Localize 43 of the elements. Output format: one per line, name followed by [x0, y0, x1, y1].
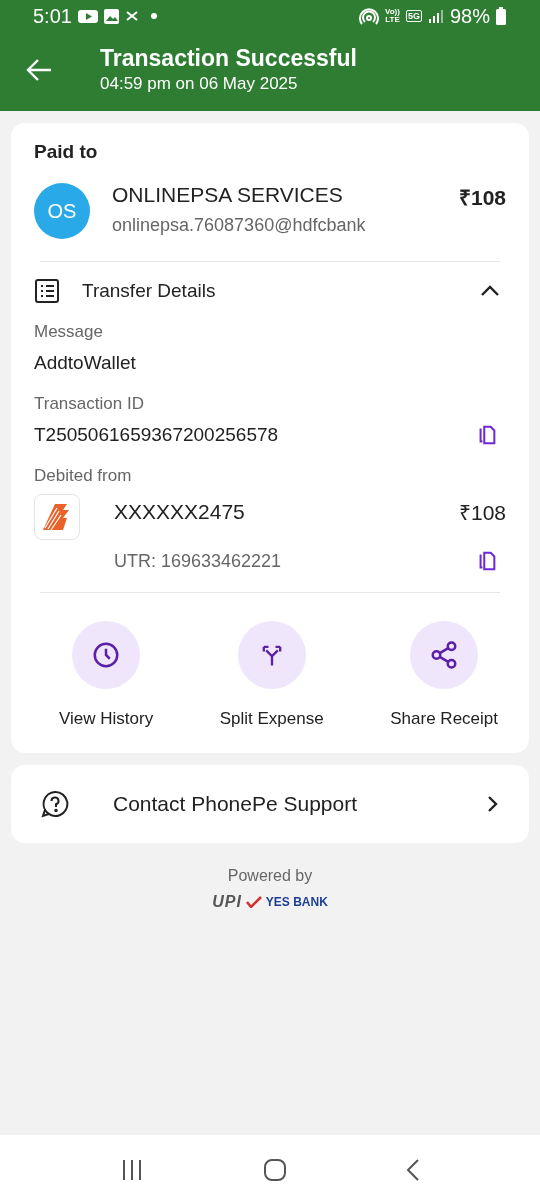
page-title: Transaction Successful	[100, 45, 357, 72]
help-icon	[41, 790, 69, 818]
volte-label: Vo))	[385, 8, 400, 16]
field-label: Message	[34, 322, 104, 342]
check-icon	[245, 896, 262, 908]
action-button[interactable]: Split Expense	[219, 621, 324, 729]
list-icon	[34, 278, 60, 304]
contact-support-button[interactable]: Contact PhonePe Support	[11, 765, 529, 843]
lte-label: LTE	[385, 16, 400, 24]
avatar: OS	[34, 183, 90, 239]
field-label: Debited from	[34, 466, 133, 486]
signal-icon	[427, 8, 444, 24]
image-icon	[103, 8, 119, 24]
missed-call-icon	[124, 10, 139, 22]
chevron-up-icon[interactable]	[480, 285, 500, 297]
paid-amount: ₹108	[458, 185, 506, 211]
paid-to-heading: Paid to	[34, 141, 99, 163]
chevron-right-icon	[487, 795, 499, 813]
back-arrow-icon[interactable]	[26, 57, 52, 82]
field-value: T2505061659367200256578	[34, 424, 279, 446]
battery-icon	[496, 7, 506, 25]
play-icon	[77, 9, 98, 23]
dot-icon	[150, 13, 157, 19]
account-number: XXXXXX2475	[114, 500, 245, 524]
transfer-details-title: Transfer Details	[82, 280, 217, 302]
network-label: 5G	[405, 10, 422, 22]
action-button[interactable]: View History	[59, 621, 154, 729]
status-time: 5:01	[33, 4, 72, 28]
utr-number: UTR: 169633462221	[114, 550, 282, 572]
payee-name: ONLINEPSA SERVICES	[112, 183, 344, 207]
hotspot-icon	[359, 7, 379, 25]
transaction-time: 04:59 pm on 06 May 2025	[100, 74, 299, 94]
bank-logo-text: YES BANK	[265, 895, 328, 909]
debited-amount: ₹108	[458, 500, 506, 526]
home-icon[interactable]	[263, 1157, 287, 1182]
upi-logo: UPI	[212, 893, 242, 911]
powered-by-label: Powered by	[227, 867, 313, 885]
field-value: AddtoWallet	[34, 352, 136, 374]
payee-upi-id: onlinepsa.76087360@hdfcbank	[112, 215, 367, 236]
action-button[interactable]: Share Receipt	[390, 621, 498, 729]
field-label: Transaction ID	[34, 394, 145, 414]
back-icon[interactable]	[406, 1157, 421, 1182]
battery-percent: 98%	[449, 4, 490, 28]
